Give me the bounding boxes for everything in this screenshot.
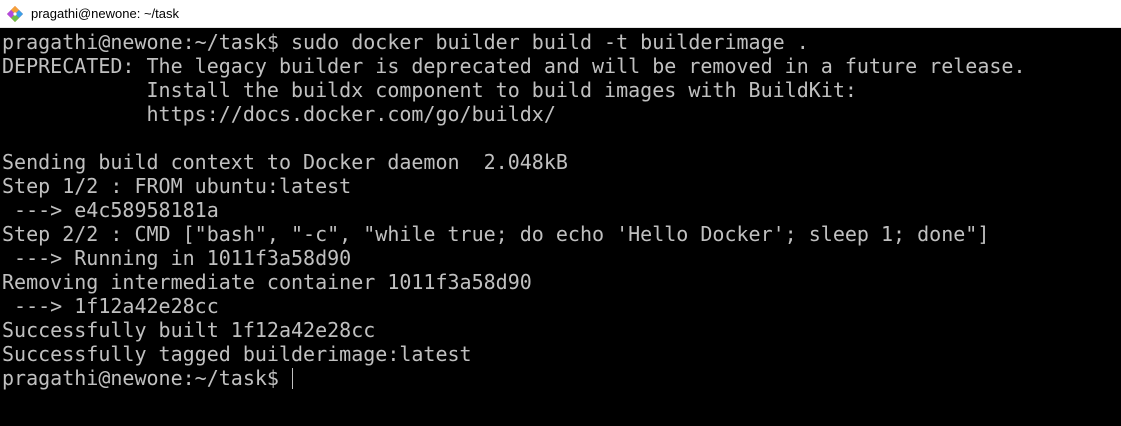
terminal-line: Successfully built 1f12a42e28cc [2, 318, 376, 342]
terminal-line: ---> 1f12a42e28cc [2, 294, 219, 318]
window-title: pragathi@newone: ~/task [31, 6, 179, 21]
terminal-line: ---> e4c58958181a [2, 198, 219, 222]
prompt-text: pragathi@newone:~/task$ [2, 366, 291, 390]
terminal-line: Step 2/2 : CMD ["bash", "-c", "while tru… [2, 222, 990, 246]
terminal-line: pragathi@newone:~/task$ sudo docker buil… [2, 30, 809, 54]
terminal-line: Successfully tagged builderimage:latest [2, 342, 472, 366]
title-bar[interactable]: pragathi@newone: ~/task [0, 0, 1121, 28]
terminal-line: Install the buildx component to build im… [2, 78, 857, 102]
terminal-output[interactable]: pragathi@newone:~/task$ sudo docker buil… [0, 28, 1121, 426]
terminal-line: ---> Running in 1011f3a58d90 [2, 246, 352, 270]
terminal-line: Sending build context to Docker daemon 2… [2, 150, 568, 174]
terminal-line: DEPRECATED: The legacy builder is deprec… [2, 54, 1026, 78]
terminal-window: pragathi@newone: ~/task pragathi@newone:… [0, 0, 1121, 426]
terminal-line: Removing intermediate container 1011f3a5… [2, 270, 532, 294]
prompt-line[interactable]: pragathi@newone:~/task$ [2, 366, 1121, 390]
terminal-line: https://docs.docker.com/go/buildx/ [2, 102, 556, 126]
git-bash-diamond-icon [6, 5, 24, 23]
text-cursor [291, 368, 294, 389]
terminal-line: Step 1/2 : FROM ubuntu:latest [2, 174, 352, 198]
